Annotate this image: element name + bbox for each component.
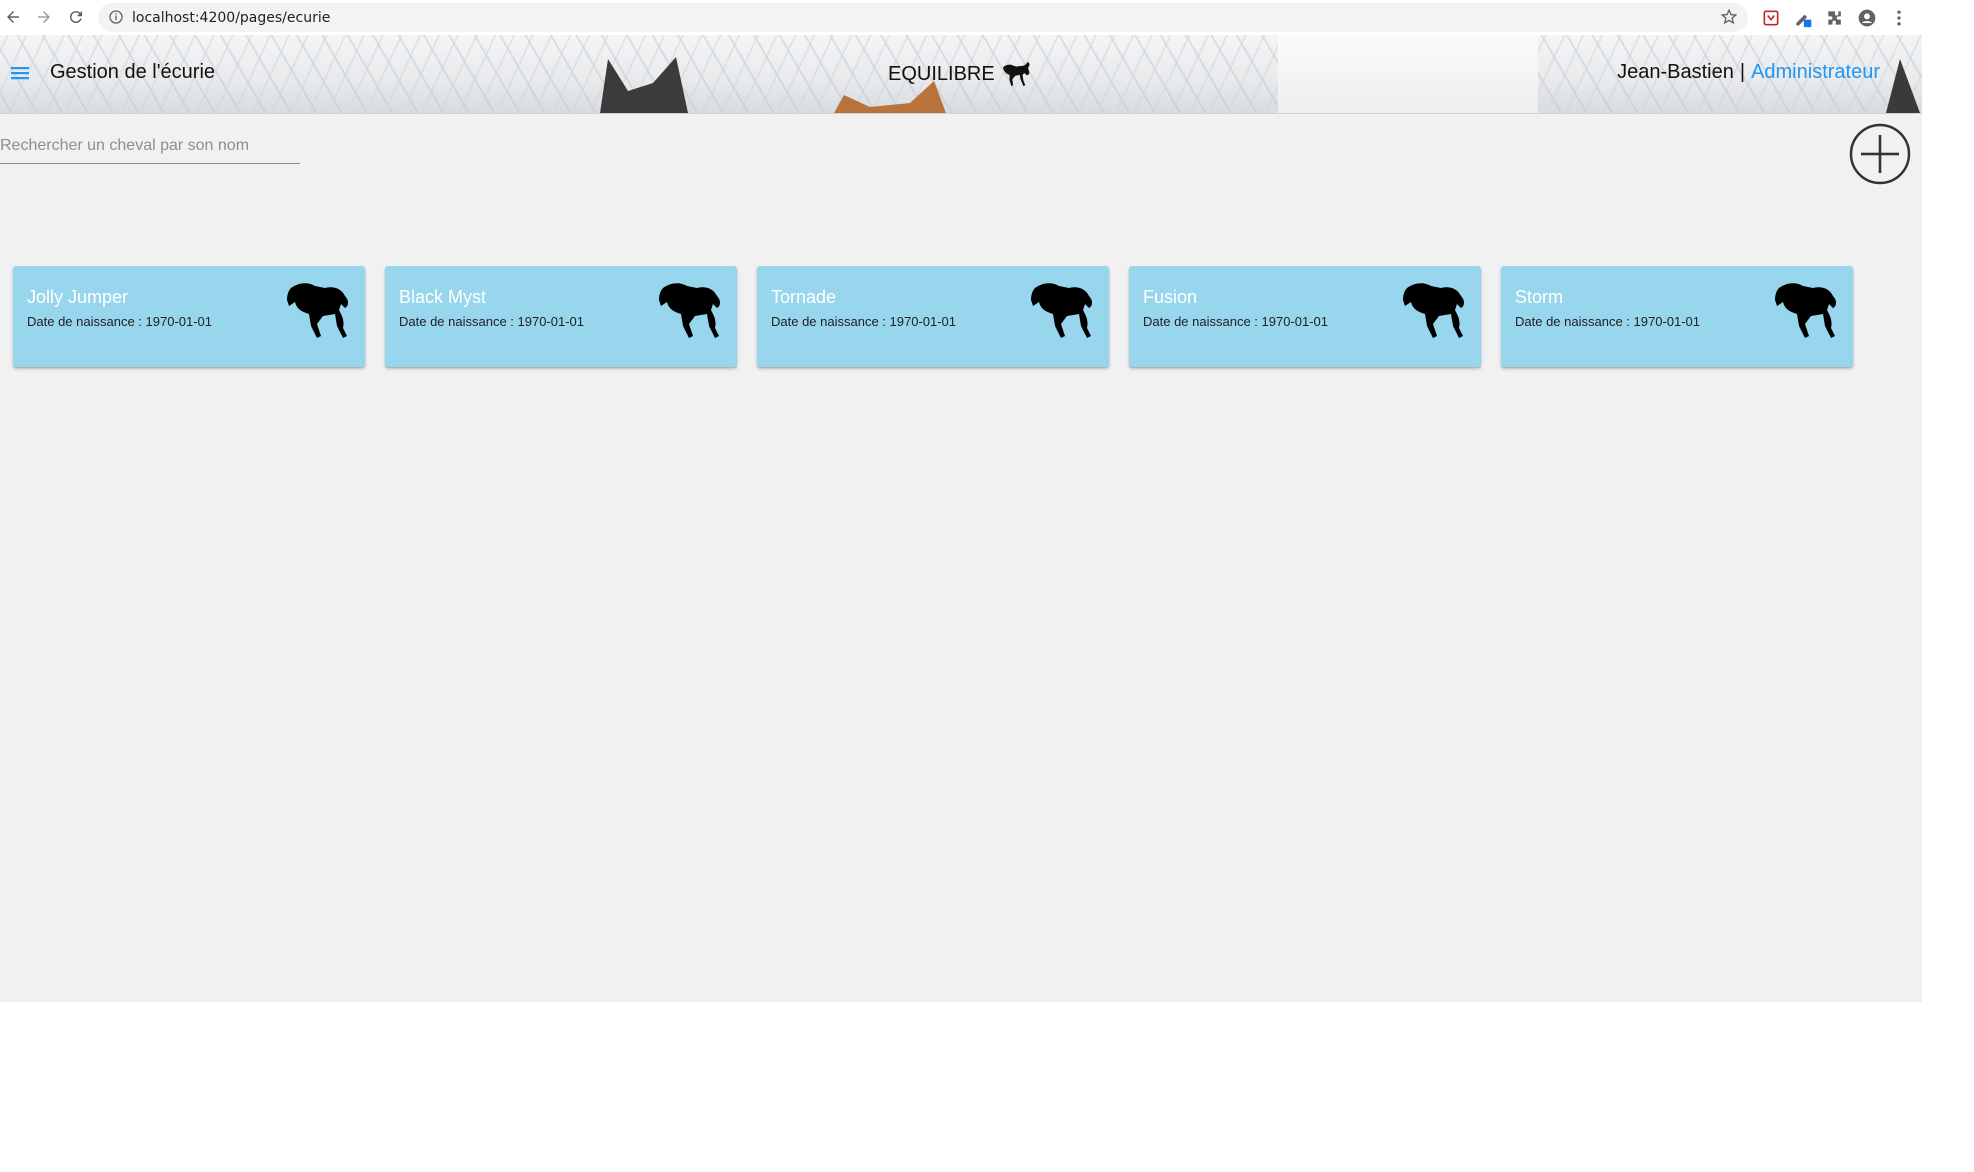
horse-silhouette-icon (1403, 283, 1464, 338)
horse-name: Fusion (1143, 287, 1198, 307)
horse-card[interactable]: Jolly Jumper Date de naissance : 1970-01… (13, 266, 365, 367)
browser-toolbar: localhost:4200/pages/ecurie (0, 0, 1974, 35)
app-container: Gestion de l'écurie EQUILIBRE Jean-Basti… (0, 35, 1922, 1002)
search-field[interactable] (0, 132, 300, 164)
kebab-menu-icon[interactable] (1889, 8, 1909, 28)
horse-name: Storm (1515, 287, 1564, 307)
horse-silhouette-icon (1031, 283, 1092, 338)
reload-icon[interactable] (64, 5, 88, 29)
horse-birth-date: Date de naissance : 1970-01-01 (771, 314, 957, 329)
horse-silhouette-icon (659, 283, 720, 338)
app-header: Gestion de l'écurie EQUILIBRE Jean-Basti… (0, 35, 1922, 114)
horse-name: Black Myst (399, 287, 487, 307)
horse-logo-icon (1002, 61, 1030, 87)
hamburger-menu-icon[interactable] (8, 61, 32, 85)
horse-silhouette-icon (1775, 283, 1836, 338)
user-separator: | (1739, 61, 1746, 83)
star-icon[interactable] (1720, 8, 1738, 26)
horse-birth-date: Date de naissance : 1970-01-01 (399, 314, 585, 329)
back-arrow-icon[interactable] (1, 5, 25, 29)
horse-name: Jolly Jumper (27, 287, 129, 307)
user-info: Jean-Bastien | Administrateur (1617, 61, 1880, 84)
horse-card[interactable]: Fusion Date de naissance : 1970-01-01 (1129, 266, 1481, 367)
shield-extension-icon[interactable] (1761, 8, 1781, 28)
horse-birth-date: Date de naissance : 1970-01-01 (1515, 314, 1701, 329)
horse-card[interactable]: Storm Date de naissance : 1970-01-01 (1501, 266, 1853, 367)
page-title: Gestion de l'écurie (50, 61, 216, 83)
horse-card[interactable]: Black Myst Date de naissance : 1970-01-0… (385, 266, 737, 367)
user-name: Jean-Bastien (1617, 61, 1734, 83)
user-role-link[interactable]: Administrateur (1751, 61, 1880, 83)
url-text: localhost:4200/pages/ecurie (132, 10, 331, 26)
puzzle-icon[interactable] (1825, 8, 1845, 28)
header-background-patch (1278, 35, 1538, 113)
horse-ear-decoration-right (1886, 59, 1920, 113)
horse-name: Tornade (771, 287, 837, 307)
horse-card[interactable]: Tornade Date de naissance : 1970-01-01 (757, 266, 1109, 367)
brand-logo[interactable]: EQUILIBRE (888, 61, 1031, 87)
horse-birth-date: Date de naissance : 1970-01-01 (1143, 314, 1329, 329)
address-bar[interactable]: localhost:4200/pages/ecurie (98, 3, 1748, 32)
add-horse-button[interactable] (1849, 123, 1911, 185)
horse-birth-date: Date de naissance : 1970-01-01 (27, 314, 213, 329)
horse-head-decoration-left (600, 57, 688, 113)
search-input[interactable] (0, 137, 300, 155)
profile-icon[interactable] (1857, 8, 1877, 28)
horse-silhouette-icon (287, 283, 348, 338)
pen-extension-icon[interactable] (1793, 8, 1813, 28)
forward-arrow-icon[interactable] (32, 5, 56, 29)
info-icon[interactable] (108, 9, 124, 25)
brand-name: EQUILIBRE (888, 62, 995, 85)
